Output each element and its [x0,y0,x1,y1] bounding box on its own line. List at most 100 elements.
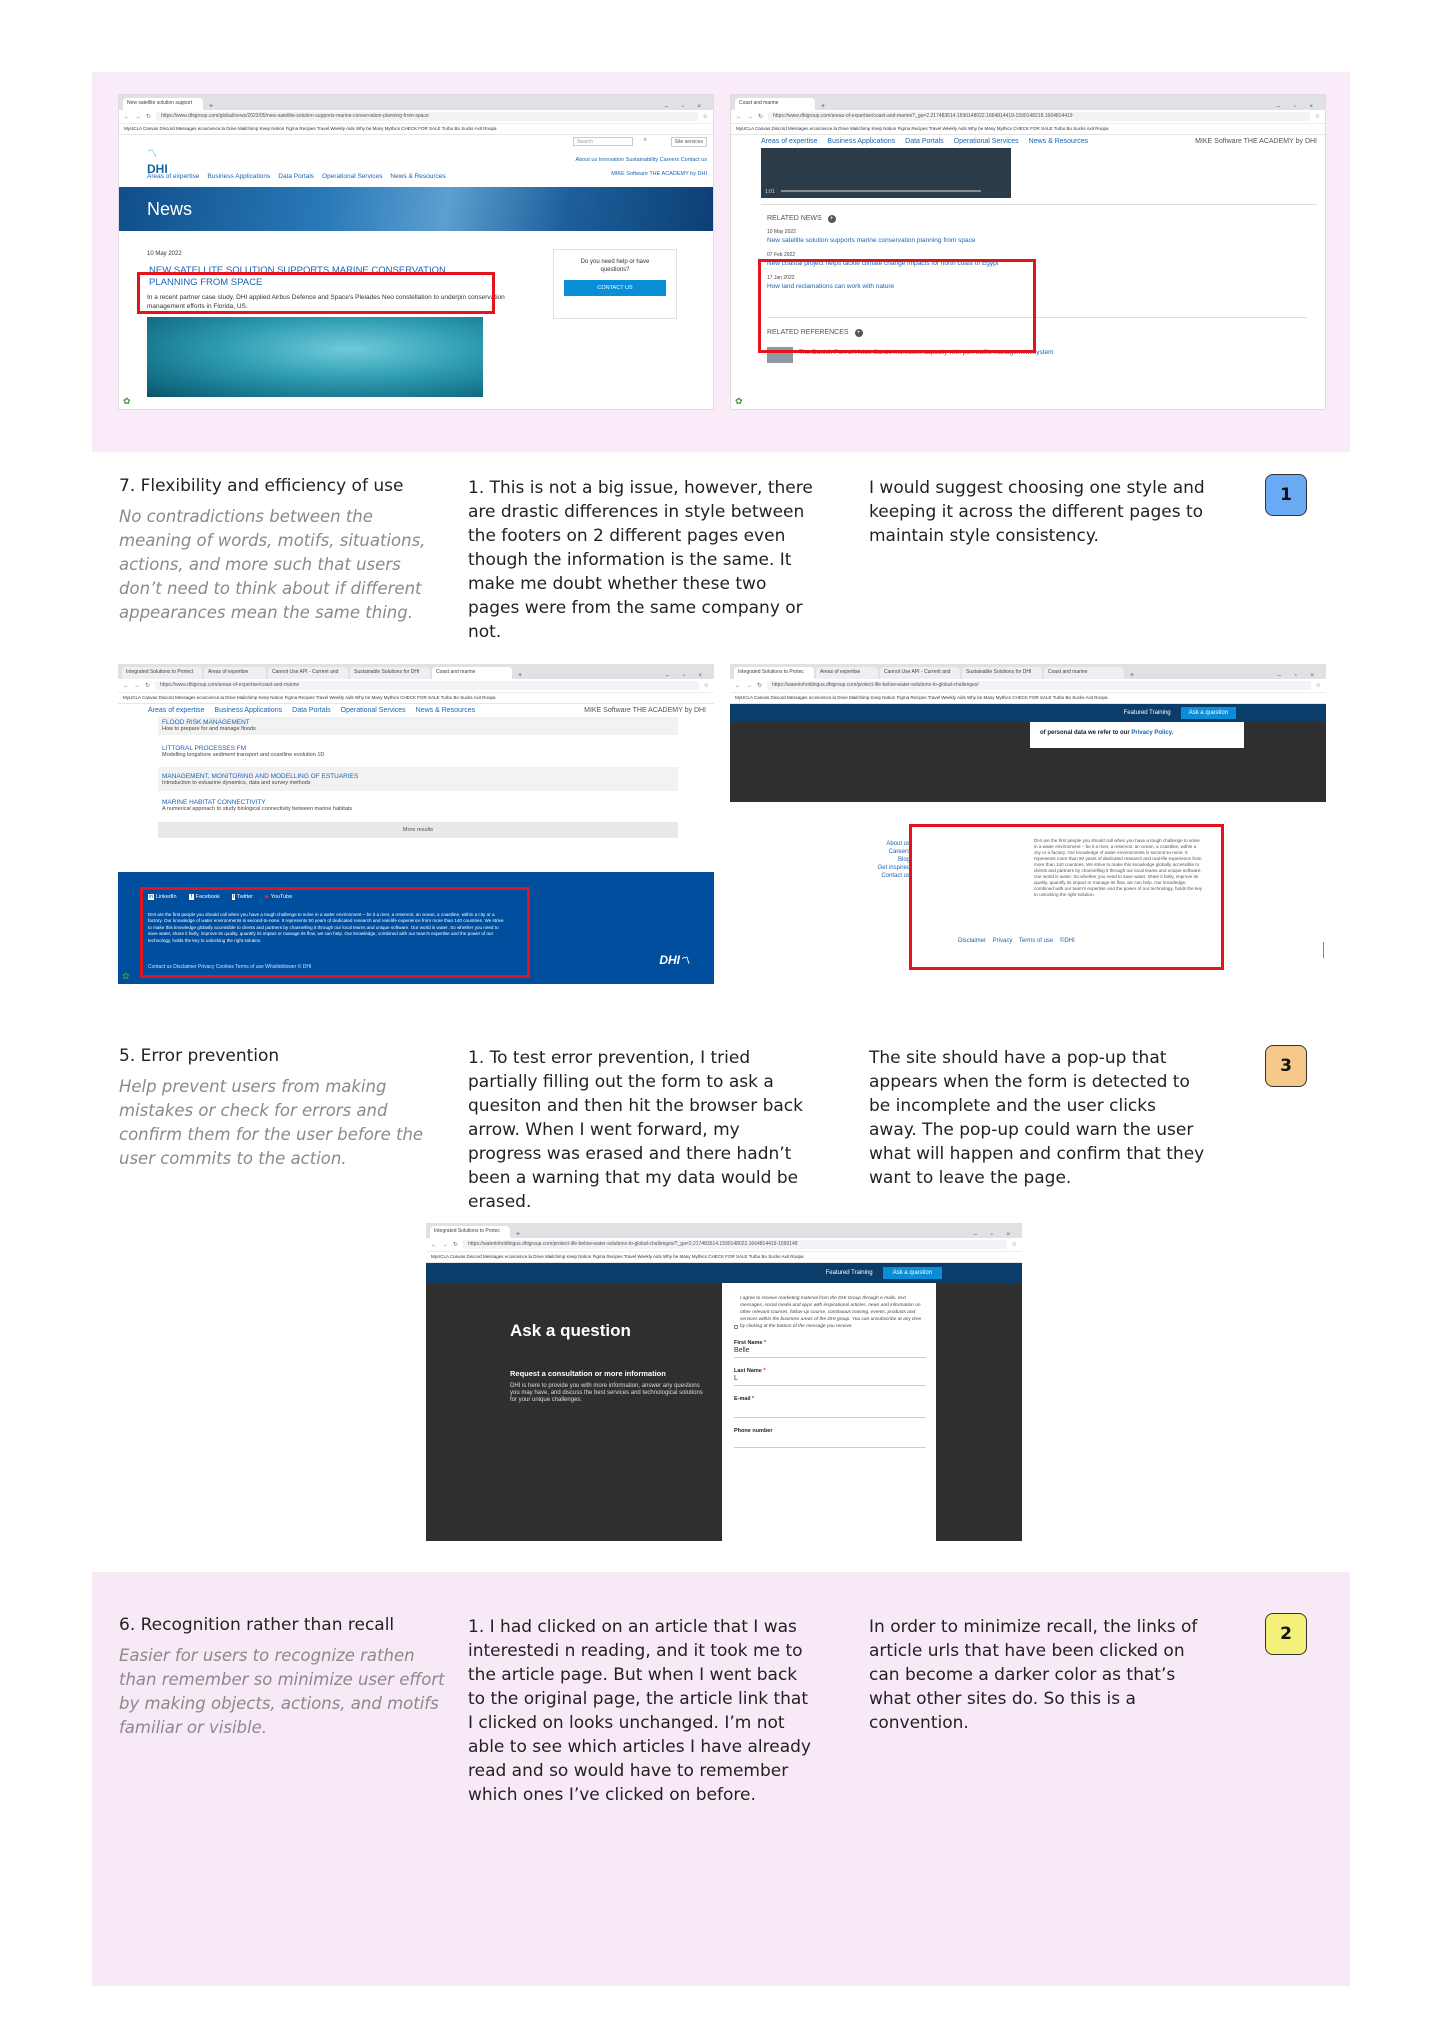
address-bar[interactable]: https://waterinholdingus.dhigroup.com/pr… [463,1240,1007,1249]
nav-right-links[interactable]: MIKE Software THE ACADEMY by DHI [1195,138,1317,145]
browser-tab[interactable]: Coast and marine [735,98,815,110]
bookmarks-bar[interactable]: MyUCLA Canvas Discord Messages ecoscienc… [118,693,714,704]
window-controls[interactable]: – ▫ × [1271,104,1325,110]
nav-item[interactable]: Operational Services [341,707,406,714]
chat-widget-icon[interactable]: ✿ [735,396,743,407]
browser-tab[interactable]: Integrated Solutions to Protec [430,1226,510,1238]
course-title[interactable]: LITTORAL PROCESSES FM [162,745,674,752]
video-progress-bar[interactable] [781,190,981,192]
list-item[interactable]: LITTORAL PROCESSES FM Modelling longshor… [158,735,678,761]
reload-icon[interactable]: ↻ [758,113,763,120]
footer-link[interactable]: Contact us [850,872,910,880]
forward-arrow-icon[interactable]: → [747,114,753,120]
site-services-button[interactable]: Site services [670,137,707,147]
nav-item[interactable]: Operational Services [954,138,1019,145]
nav-item[interactable]: Data Portals [292,707,331,714]
forward-arrow-icon[interactable]: → [746,683,752,689]
nav-item[interactable]: Data Portals [278,173,314,180]
browser-tab[interactable]: Areas of expertise [816,667,878,679]
consent-checkbox[interactable] [734,1325,738,1329]
forward-arrow-icon[interactable]: → [134,683,140,689]
new-tab-icon[interactable]: + [512,1231,524,1238]
new-tab-icon[interactable]: + [1126,672,1138,679]
new-tab-icon[interactable]: + [817,103,829,110]
nav-item[interactable]: Areas of expertise [147,173,199,180]
browser-tab[interactable]: Cannot Use API - Current and [268,667,348,679]
reload-icon[interactable]: ↻ [757,682,762,689]
browser-tab[interactable]: Coast and marine [1044,667,1124,679]
browser-tab[interactable]: Sustainable Solutions for DHI [962,667,1042,679]
bookmarks-bar[interactable]: MyUCLA Canvas Discord Messages ecoscienc… [731,124,1325,135]
star-icon[interactable]: ☆ [704,682,709,689]
nav-item[interactable]: News & Resources [390,173,445,180]
search-field[interactable]: Search [573,137,633,146]
dhi-logo[interactable]: 〽 DHI [147,144,168,176]
reload-icon[interactable]: ↻ [145,682,150,689]
back-arrow-icon[interactable]: ← [431,1242,437,1248]
reload-icon[interactable]: ↻ [146,113,151,120]
nav-item[interactable]: Areas of expertise [148,707,204,714]
nav-item[interactable]: Business Applications [207,173,270,180]
featured-training-link[interactable]: Featured Training [1124,710,1171,716]
news-link[interactable]: New satellite solution supports marine c… [767,237,1027,244]
window-controls[interactable]: – ▫ × [659,104,713,110]
reload-icon[interactable]: ↻ [453,1241,458,1248]
nav-item[interactable]: Business Applications [827,138,895,145]
nav-right-links[interactable]: MIKE Software THE ACADEMY by DHI [611,171,707,177]
browser-tab[interactable]: Cannot Use API - Current and [880,667,960,679]
list-item[interactable]: MANAGEMENT, MONITORING AND MODELLING OF … [158,767,678,791]
nav-item[interactable]: News & Resources [416,707,476,714]
list-item[interactable]: FLOOD RISK MANAGEMENT How to prepare for… [158,717,678,735]
course-title[interactable]: MANAGEMENT, MONITORING AND MODELLING OF … [162,773,674,780]
bookmarks-bar[interactable]: MyUCLA Canvas Discord Messages ecoscienc… [426,1252,1022,1263]
top-links[interactable]: About us Innovation Sustainability Caree… [576,157,707,163]
nav-item[interactable]: Areas of expertise [761,138,817,145]
star-icon[interactable]: ☆ [1012,1241,1017,1248]
search-icon[interactable]: ⌕ [644,137,647,144]
chat-widget-icon[interactable]: ✿ [122,971,130,982]
last-name-input[interactable]: L [734,1374,926,1386]
back-arrow-icon[interactable]: ← [736,114,742,120]
ask-question-button[interactable]: Ask a question [882,1267,942,1279]
star-icon[interactable]: ☆ [703,113,708,120]
back-arrow-icon[interactable]: ← [123,683,129,689]
ask-question-button[interactable]: Ask a question [1180,707,1236,719]
new-tab-icon[interactable]: + [205,103,217,110]
privacy-policy-link[interactable]: Privacy Policy. [1131,730,1173,736]
back-arrow-icon[interactable]: ← [124,114,130,120]
star-icon[interactable]: ☆ [1316,682,1321,689]
footer-link[interactable]: Blog [850,856,910,864]
phone-input[interactable] [734,1434,926,1448]
video-player[interactable]: 1:01 [761,148,1011,198]
contact-us-button[interactable]: CONTACT US [564,280,666,296]
browser-tab[interactable]: Integrated Solutions to Protec [734,667,814,679]
window-controls[interactable]: – ▫ × [660,673,714,679]
nav-item[interactable]: Business Applications [214,707,282,714]
nav-item[interactable]: News & Resources [1029,138,1089,145]
address-bar[interactable]: https://www.dhigroup.com/areas-of-expert… [155,681,699,690]
browser-tab[interactable]: New satellite solution support [123,98,203,110]
nav-item[interactable]: Data Portals [905,138,944,145]
new-tab-icon[interactable]: + [514,672,526,679]
footer-link[interactable]: Careers [850,848,910,856]
plus-circle-icon[interactable]: + [827,215,836,223]
window-controls[interactable]: – ▫ × [1272,673,1326,679]
window-controls[interactable]: – ▫ × [968,1232,1022,1238]
star-icon[interactable]: ☆ [1315,113,1320,120]
course-title[interactable]: FLOOD RISK MANAGEMENT [162,719,674,726]
footer-link[interactable]: About us [850,840,910,848]
more-results-button[interactable]: More results [158,822,678,838]
email-input[interactable] [734,1402,926,1418]
first-name-input[interactable]: Belle [734,1346,926,1358]
address-bar[interactable]: https://waterinholdingus.dhigroup.com/pr… [767,681,1311,690]
footer-link[interactable]: Get inspired [850,864,910,872]
featured-training-link[interactable]: Featured Training [826,1270,873,1276]
scrollbar[interactable] [1323,942,1324,958]
bookmarks-bar[interactable]: MyUCLA Canvas Discord Messages ecoscienc… [730,693,1326,704]
browser-tab[interactable]: Areas of expertise [204,667,266,679]
browser-tab[interactable]: Sustainable Solutions for DHI [350,667,430,679]
list-item[interactable]: MARINE HABITAT CONNECTIVITY A numerical … [158,791,678,816]
address-bar[interactable]: https://www.dhigroup.com/areas-of-expert… [768,112,1310,121]
nav-right-links[interactable]: MIKE Software THE ACADEMY by DHI [584,707,706,714]
course-title[interactable]: MARINE HABITAT CONNECTIVITY [162,799,674,806]
